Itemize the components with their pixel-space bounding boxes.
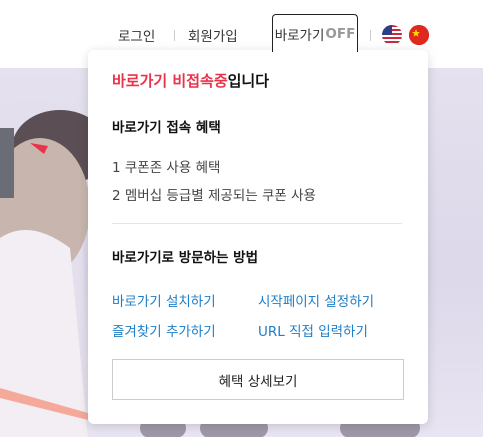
enter-url-link[interactable]: URL 직접 입력하기	[258, 320, 368, 340]
shortcut-label: 바로가기	[274, 27, 325, 44]
benefit-item: 1 쿠폰존 사용 혜택	[112, 160, 221, 176]
nav-divider	[370, 30, 371, 41]
benefit-detail-button[interactable]: 혜택 상세보기	[112, 359, 404, 400]
benefits-title: 바로가기 접속 혜택	[112, 120, 221, 136]
add-bookmark-link[interactable]: 즐겨찾기 추가하기	[112, 320, 216, 340]
china-flag-icon[interactable]	[409, 25, 429, 45]
methods-title: 바로가기로 방문하는 방법	[112, 250, 259, 266]
shortcut-toggle-button[interactable]: 바로가기 OFF	[272, 14, 358, 52]
nav-divider	[174, 30, 175, 41]
install-shortcut-link[interactable]: 바로가기 설치하기	[112, 290, 216, 310]
shortcut-info-popup: 바로가기 비접속중입니다 바로가기 접속 혜택 1 쿠폰존 사용 혜택 2 멤버…	[88, 50, 428, 424]
popup-title-suffix: 입니다	[227, 72, 270, 90]
popup-title: 바로가기 비접속중입니다	[112, 70, 269, 91]
shortcut-state: OFF	[325, 25, 356, 42]
join-link[interactable]: 회원가입	[188, 23, 238, 47]
login-link[interactable]: 로그인	[118, 23, 155, 47]
benefit-item: 2 멤버십 등급별 제공되는 쿠폰 사용	[112, 188, 316, 204]
popup-title-highlight: 바로가기 비접속중	[112, 72, 228, 90]
us-flag-icon[interactable]	[382, 25, 402, 45]
section-divider	[112, 223, 402, 224]
set-startpage-link[interactable]: 시작페이지 설정하기	[258, 290, 374, 310]
